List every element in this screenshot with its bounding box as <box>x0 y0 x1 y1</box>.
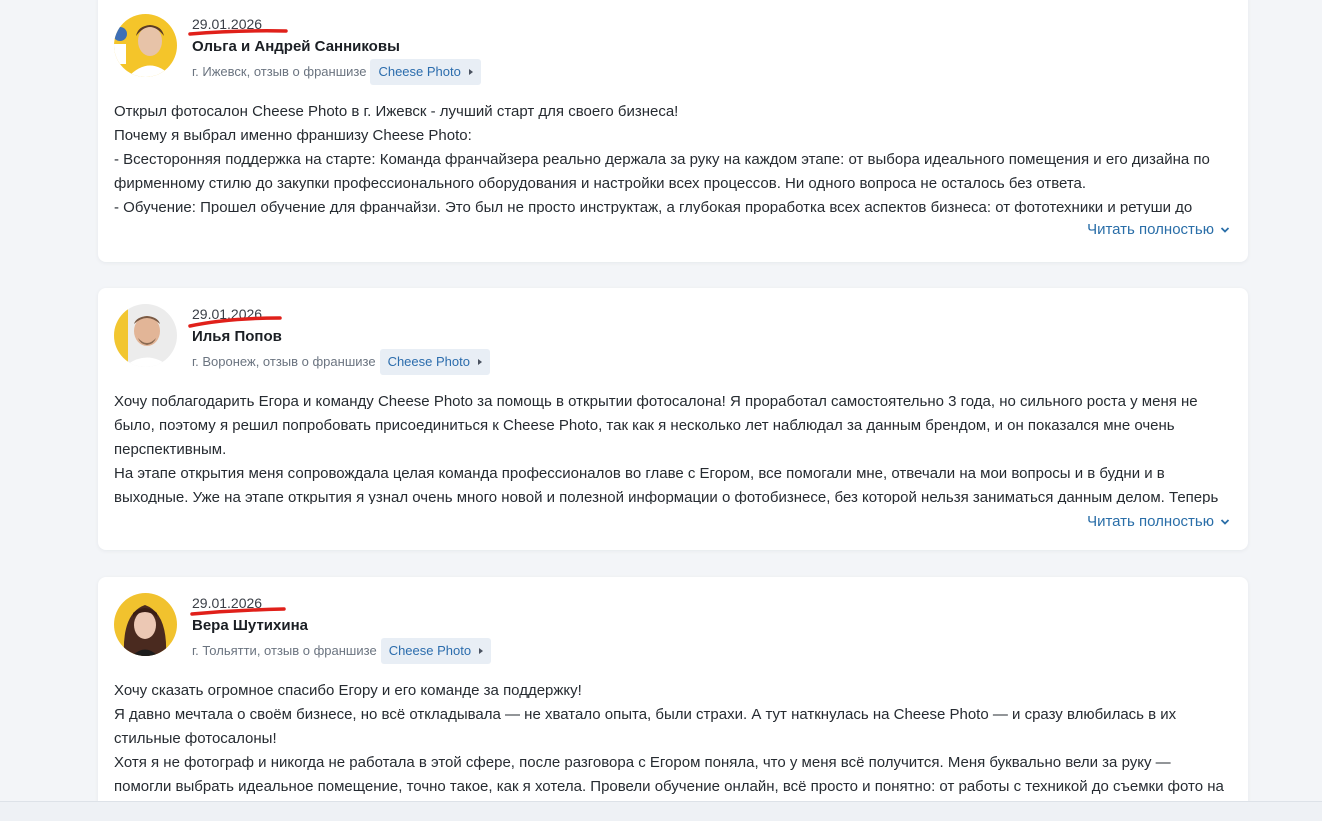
bottom-scroll-edge <box>0 801 1322 821</box>
avatar <box>114 304 177 367</box>
review-location-line: г. Тольятти, отзыв о франшизе Cheese Pho… <box>192 638 492 664</box>
review-location: г. Ижевск, отзыв о франшизе <box>192 64 367 79</box>
avatar <box>114 593 177 656</box>
review-text: Хочу сказать огромное спасибо Егору и ег… <box>114 682 1224 795</box>
review-card: 29.01.2026 Вера Шутихина г. Тольятти, от… <box>98 577 1248 821</box>
review-card: 29.01.2026 Ольга и Андрей Санниковы г. И… <box>98 0 1248 262</box>
review-location-line: г. Ижевск, отзыв о франшизе Cheese Photo <box>192 59 481 85</box>
review-meta: 29.01.2026 Вера Шутихина г. Тольятти, от… <box>190 595 492 664</box>
franchise-link[interactable]: Cheese Photo <box>379 349 490 375</box>
review-meta: 29.01.2026 Илья Попов г. Воронеж, отзыв … <box>188 306 490 375</box>
avatar <box>114 14 177 77</box>
review-author: Ольга и Андрей Санниковы <box>192 38 400 55</box>
review-date: 29.01.2026 <box>190 595 286 616</box>
review-card: 29.01.2026 Илья Попов г. Воронеж, отзыв … <box>98 288 1248 550</box>
review-meta: 29.01.2026 Ольга и Андрей Санниковы г. И… <box>188 16 481 85</box>
reviews-page: 29.01.2026 Ольга и Андрей Санниковы г. И… <box>0 0 1322 821</box>
review-location: г. Тольятти, отзыв о франшизе <box>192 643 377 658</box>
review-location-line: г. Воронеж, отзыв о франшизе Cheese Phot… <box>192 349 490 375</box>
review-text: Хочу поблагодарить Егора и команду Chees… <box>114 393 1219 504</box>
franchise-link[interactable]: Cheese Photo <box>380 638 492 664</box>
review-author: Илья Попов <box>192 328 282 345</box>
review-author: Вера Шутихина <box>192 617 308 634</box>
chevron-down-icon <box>1220 518 1230 525</box>
chevron-down-icon <box>1220 226 1230 233</box>
caret-right-icon <box>468 69 473 75</box>
caret-right-icon <box>479 648 484 654</box>
read-more-link[interactable]: Читать полностью <box>1087 513 1230 530</box>
review-text: Открыл фотосалон Cheese Photo в г. Ижевс… <box>114 103 1210 214</box>
review-date: 29.01.2026 <box>188 16 288 36</box>
read-more-link[interactable]: Читать полностью <box>1087 221 1230 238</box>
franchise-link[interactable]: Cheese Photo <box>370 59 481 85</box>
review-location: г. Воронеж, отзыв о франшизе <box>192 354 376 369</box>
caret-right-icon <box>477 359 482 365</box>
review-date: 29.01.2026 <box>188 306 282 328</box>
